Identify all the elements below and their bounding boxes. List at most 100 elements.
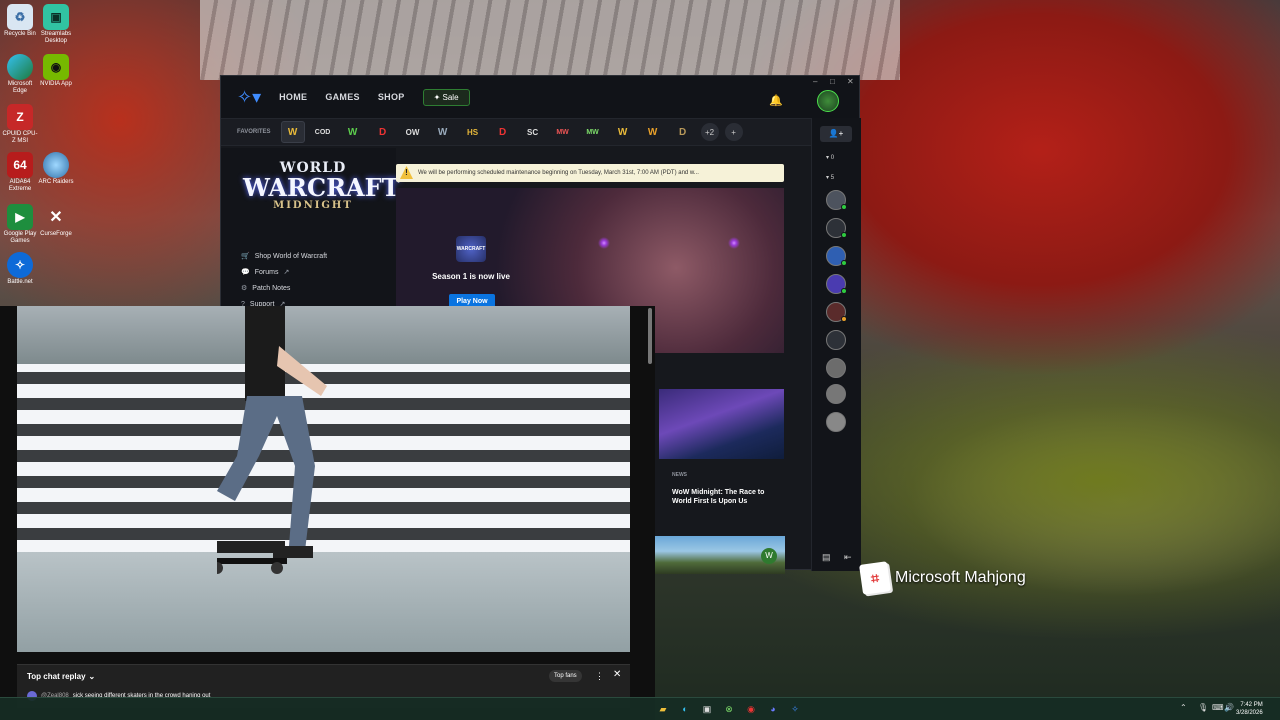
news-card-2[interactable]: W: [655, 536, 785, 574]
edge-icon[interactable]: ◐: [677, 701, 693, 717]
desktop-icon-arc-raiders[interactable]: ARC Raiders: [38, 152, 74, 186]
sidebar-link-forums[interactable]: 💬 Forums ↗: [241, 268, 289, 277]
desktop-icon-edge[interactable]: Microsoft Edge: [2, 54, 38, 95]
microphone-icon[interactable]: 🎙: [1198, 703, 1208, 712]
clock[interactable]: 7:42 PM 3/28/2026: [1236, 701, 1263, 717]
friend-avatar[interactable]: [826, 302, 847, 322]
wallpaper-roof: [200, 0, 900, 80]
friend-avatar[interactable]: [826, 384, 846, 404]
close-chat-icon[interactable]: ✕: [613, 669, 621, 680]
friend-avatar[interactable]: [826, 274, 847, 294]
bell-icon[interactable]: 🔔: [769, 94, 783, 107]
game-icon-call-of-duty[interactable]: COD: [311, 121, 335, 143]
friend-avatar[interactable]: [826, 190, 847, 210]
battlenet-taskbar-icon[interactable]: ✧: [787, 701, 803, 717]
friend-avatar[interactable]: [826, 358, 846, 378]
nav-home[interactable]: HOME: [279, 92, 307, 102]
game-icon-warcraft-3[interactable]: W: [641, 121, 665, 143]
sale-button[interactable]: ✦ Sale: [422, 88, 470, 106]
gear-icon: ⚙: [241, 285, 248, 292]
season-logo: WARCRAFT: [456, 236, 486, 262]
sidebar-link-shop[interactable]: 🛒 Shop World of Warcraft: [241, 252, 327, 261]
game-icon-diablo[interactable]: D: [371, 121, 395, 143]
discord-icon[interactable]: ◕: [765, 701, 781, 717]
chat-icon[interactable]: ▤: [822, 552, 831, 563]
season-title: Season 1 is now live: [432, 272, 510, 281]
game-icon-starcraft[interactable]: SC: [521, 121, 545, 143]
desktop-icon-recycle-bin[interactable]: ♻ Recycle Bin: [2, 4, 38, 38]
streamlabs-icon: ▣: [43, 4, 69, 30]
wow-midnight-logo: WORLD WARCRAFT MIDNIGHT: [243, 160, 400, 211]
volume-icon[interactable]: 🔊: [1224, 703, 1234, 712]
nav-shop[interactable]: SHOP: [378, 92, 405, 102]
battlenet-logo-icon[interactable]: ✧▾: [237, 87, 261, 108]
taskbar: ▰ ◐ ▣ ⊗ ◉ ◕ ✧ ⌃ 🎙 ⌨ 🔊 7:42 PM 3/28/2026: [0, 697, 1280, 720]
game-icon-hearthstone[interactable]: HS: [461, 121, 485, 143]
groups-count[interactable]: ▾ 0: [826, 154, 834, 161]
more-games-button[interactable]: +2: [700, 123, 719, 141]
scrollbar[interactable]: [648, 308, 652, 364]
news-tag: NEWS: [672, 472, 687, 478]
friend-avatar[interactable]: [826, 330, 846, 350]
curseforge-icon: ✕: [49, 208, 63, 226]
chat-mode-dropdown[interactable]: Top chat replay ⌄: [27, 672, 95, 681]
chevron-up-icon[interactable]: ⌃: [1180, 703, 1187, 712]
wow-classic-icon: W: [761, 548, 777, 564]
nvidia-icon: ◉: [43, 54, 69, 80]
sidebar-link-patch-notes[interactable]: ⚙ Patch Notes: [241, 284, 290, 293]
game-icon-overwatch[interactable]: OW: [401, 121, 425, 143]
game-icon-modern-warfare-2[interactable]: MW: [581, 121, 605, 143]
youtube-left-edge: [0, 306, 17, 652]
battlenet-icon: ✧: [7, 252, 33, 278]
xbox-icon[interactable]: ⊗: [721, 701, 737, 717]
youtube-right-edge: [630, 306, 655, 706]
desktop-icon-streamlabs[interactable]: ▣ Streamlabs Desktop: [38, 4, 74, 45]
network-icon[interactable]: ⌨: [1212, 703, 1224, 712]
mahjong-label: Microsoft Mahjong: [895, 569, 1026, 586]
desktop-icon-nvidia[interactable]: ◉ NVIDIA App: [38, 54, 74, 88]
online-count[interactable]: ▾ 5: [826, 174, 834, 181]
warning-icon: !: [400, 166, 413, 179]
edge-icon: [7, 54, 33, 80]
game-icon-diablo-immortal[interactable]: D: [671, 121, 695, 143]
maximize-icon[interactable]: □: [830, 77, 835, 86]
minimize-icon[interactable]: –: [813, 77, 817, 86]
desktop-icon-curseforge[interactable]: ✕ CurseForge: [38, 204, 74, 238]
friend-avatar[interactable]: [826, 246, 847, 266]
nav-games[interactable]: GAMES: [325, 92, 360, 102]
arc-raiders-icon: [43, 152, 69, 178]
game-icon-modern-warfare[interactable]: MW: [551, 121, 575, 143]
store-icon[interactable]: ▣: [699, 701, 715, 717]
top-fans-button[interactable]: Top fans: [549, 670, 582, 682]
more-options-icon[interactable]: ⋮: [595, 671, 604, 682]
game-icon-diablo-2[interactable]: D: [491, 121, 515, 143]
news-image[interactable]: [659, 389, 784, 459]
desktop-icon-battlenet[interactable]: ✧ Battle.net: [2, 252, 38, 286]
game-icon-wow-classic[interactable]: W: [341, 121, 365, 143]
game-icon-wow[interactable]: W: [280, 121, 305, 143]
desktop-icon-google-play-games[interactable]: ▶ Google Play Games: [2, 204, 38, 245]
news-title[interactable]: WoW Midnight: The Race to World First Is…: [672, 488, 782, 506]
collapse-icon[interactable]: ⇤: [844, 552, 852, 563]
cpuz-icon: Z: [7, 104, 33, 130]
avatar[interactable]: [817, 90, 839, 112]
recycle-bin-icon: ♻: [7, 4, 33, 30]
maintenance-banner[interactable]: ! We will be performing scheduled mainte…: [396, 164, 784, 182]
chevron-down-icon: ⌄: [88, 672, 96, 681]
favorites-bar: FAVORITES W COD W D OW W HS D SC MW MW W…: [221, 118, 859, 146]
add-friend-icon[interactable]: 👤+: [820, 126, 852, 142]
close-icon[interactable]: ✕: [847, 77, 854, 86]
add-game-icon[interactable]: +: [724, 123, 743, 141]
mahjong-tile[interactable]: ⌗ Microsoft Mahjong: [859, 561, 1026, 595]
desktop-icon-cpuz[interactable]: Z CPUID CPU-Z MSI: [2, 104, 38, 145]
friend-avatar[interactable]: [826, 218, 847, 238]
video-player[interactable]: [17, 306, 630, 652]
skater-figure: [217, 306, 327, 574]
file-explorer-icon[interactable]: ▰: [655, 701, 671, 717]
battlenet-header: ✧▾ HOME GAMES SHOP ✦ Sale: [221, 76, 859, 118]
game-icon-warcraft[interactable]: W: [431, 121, 455, 143]
friend-avatar[interactable]: [826, 412, 846, 432]
chrome-icon[interactable]: ◉: [743, 701, 759, 717]
desktop-icon-aida64[interactable]: 64 AIDA64 Extreme: [2, 152, 38, 193]
game-icon-warcraft-rumble[interactable]: W: [611, 121, 635, 143]
